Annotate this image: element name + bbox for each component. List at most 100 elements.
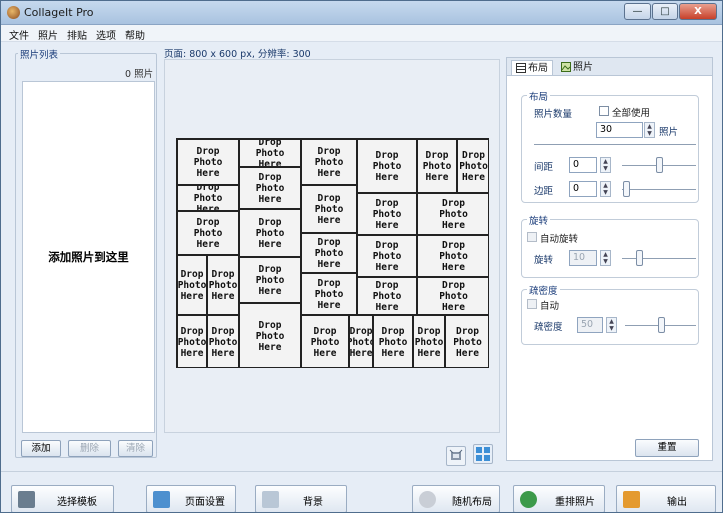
collage-cell[interactable]: Drop Photo Here: [357, 235, 417, 277]
fit-view-button[interactable]: [473, 444, 493, 464]
collage-cell-label: Drop Photo Here: [177, 325, 207, 359]
use-all-label: 全部使用: [612, 108, 651, 119]
menu-arrange[interactable]: 排贴: [67, 27, 87, 42]
collage-cell[interactable]: Drop Photo Here: [373, 315, 413, 367]
close-button[interactable]: X: [679, 3, 717, 20]
minimize-button[interactable]: —: [624, 3, 651, 20]
photo-count-input[interactable]: 30: [596, 122, 643, 138]
collage-cell[interactable]: Drop Photo Here: [239, 303, 301, 367]
random-layout-label: 随机布局: [452, 497, 492, 508]
rotation-label: 旋转: [534, 255, 554, 266]
collage-cell[interactable]: Drop Photo Here: [177, 185, 239, 211]
collage-cell-label: Drop Photo Here: [439, 279, 468, 313]
collage-cell-label: Drop Photo Here: [453, 325, 482, 359]
collage-cell[interactable]: Drop Photo Here: [207, 315, 239, 367]
page-setup-label: 页面设置: [185, 497, 225, 508]
collage-cell[interactable]: Drop Photo Here: [413, 315, 445, 367]
margin-slider[interactable]: [623, 181, 630, 197]
crop-tool-button[interactable]: [446, 446, 466, 466]
page-setup-button[interactable]: 页面设置: [146, 485, 236, 512]
density-input[interactable]: 50: [577, 317, 603, 333]
menu-file[interactable]: 文件: [9, 27, 29, 42]
tab-layout[interactable]: 布局: [511, 60, 553, 75]
collage-cell-label: Drop Photo Here: [372, 149, 402, 183]
collage-cell[interactable]: Drop Photo Here: [239, 209, 301, 257]
collage-canvas[interactable]: Drop Photo Here Drop Photo Here Drop Photo…: [176, 138, 489, 368]
menu-options[interactable]: 选项: [96, 27, 116, 42]
collage-cell[interactable]: Drop Photo Here: [301, 139, 357, 185]
clear-photos-button[interactable]: 清除: [118, 440, 153, 457]
collage-cell[interactable]: Drop Photo Here: [177, 255, 207, 315]
layout-group-label: 布局: [527, 89, 551, 103]
collage-cell[interactable]: Drop Photo Here: [349, 315, 373, 367]
rotation-slider-track: [622, 258, 696, 259]
collage-cell-label: Drop Photo Here: [255, 319, 285, 353]
shuffle-photos-button[interactable]: 重排照片: [513, 485, 605, 512]
background-button[interactable]: 背景: [255, 485, 347, 512]
collage-cell[interactable]: Drop Photo Here: [357, 277, 417, 315]
collage-cell[interactable]: Drop Photo Here: [445, 315, 488, 367]
collage-cell[interactable]: Drop Photo Here: [357, 193, 417, 235]
settings-tabs: 布局 照片: [507, 58, 712, 76]
collage-cell[interactable]: Drop Photo Here: [301, 315, 349, 367]
window-title: CollageIt Pro: [24, 6, 94, 19]
collage-cell[interactable]: Drop Photo Here: [417, 193, 488, 235]
add-photo-button[interactable]: 添加: [21, 440, 61, 457]
margin-spinner[interactable]: ▲ ▼: [600, 181, 611, 197]
collage-cell-label: Drop Photo Here: [255, 263, 285, 297]
delete-photo-button[interactable]: 删除: [68, 440, 111, 457]
collage-cell[interactable]: Drop Photo Here: [177, 139, 239, 185]
export-label: 输出: [667, 497, 687, 508]
app-logo-icon: [7, 6, 20, 19]
reset-button[interactable]: 重置: [635, 439, 699, 457]
page-setup-icon: [153, 491, 170, 508]
photo-drop-zone[interactable]: 添加照片到这里: [22, 81, 155, 433]
collage-cell[interactable]: Drop Photo Here: [301, 185, 357, 233]
spacing-spinner[interactable]: ▲ ▼: [600, 157, 611, 173]
margin-slider-track: [622, 189, 696, 190]
collage-cell-label: Drop Photo Here: [314, 192, 344, 226]
collage-cell[interactable]: Drop Photo Here: [301, 273, 357, 315]
export-button[interactable]: 输出: [616, 485, 716, 512]
density-spinner[interactable]: ▲ ▼: [606, 317, 617, 333]
collage-cell-label: Drop Photo Here: [255, 216, 285, 250]
menu-help[interactable]: 帮助: [125, 27, 145, 42]
collage-cell[interactable]: Drop Photo Here: [207, 255, 239, 315]
collage-cell[interactable]: Drop Photo Here: [177, 211, 239, 255]
collage-cell[interactable]: Drop Photo Here: [417, 235, 488, 277]
maximize-button[interactable]: □: [652, 3, 678, 20]
app-window: CollageIt Pro — □ X 文件 照片 排贴 选项 帮助 照片列表 …: [0, 0, 723, 513]
photo-count-spinner[interactable]: ▲ ▼: [644, 122, 655, 138]
tab-photo[interactable]: 照片: [557, 60, 597, 75]
rotation-input[interactable]: 10: [569, 250, 597, 266]
auto-rotate-checkbox[interactable]: [527, 232, 537, 242]
photo-count-label: 照片数量: [534, 109, 573, 120]
collage-cell[interactable]: Drop Photo Here: [301, 233, 357, 273]
collage-cell[interactable]: Drop Photo Here: [239, 139, 301, 167]
collage-cell[interactable]: Drop Photo Here: [457, 139, 488, 193]
auto-density-checkbox[interactable]: [527, 299, 537, 309]
select-template-button[interactable]: 选择模板: [11, 485, 114, 512]
title-bar[interactable]: CollageIt Pro — □ X: [1, 1, 722, 25]
collage-cell-label: Drop Photo Here: [422, 149, 452, 183]
collage-cell[interactable]: Drop Photo Here: [177, 315, 207, 367]
spacing-slider[interactable]: [656, 157, 663, 173]
collage-cell-label: Drop Photo Here: [414, 325, 444, 359]
collage-cell[interactable]: Drop Photo Here: [417, 139, 457, 193]
rotation-spinner[interactable]: ▲ ▼: [600, 250, 611, 266]
rotation-slider[interactable]: [636, 250, 643, 266]
density-slider[interactable]: [658, 317, 665, 333]
random-layout-button[interactable]: 随机布局: [412, 485, 500, 512]
collage-cell[interactable]: Drop Photo Here: [417, 277, 488, 315]
collage-cell[interactable]: Drop Photo Here: [239, 167, 301, 209]
photo-count: 0 照片: [125, 69, 154, 80]
menu-photo[interactable]: 照片: [38, 27, 58, 42]
use-all-checkbox[interactable]: [599, 106, 609, 116]
collage-cell-label: Drop Photo Here: [310, 325, 340, 359]
collage-cell[interactable]: Drop Photo Here: [357, 139, 417, 193]
spacing-input[interactable]: 0: [569, 157, 597, 173]
margin-input[interactable]: 0: [569, 181, 597, 197]
drop-zone-label: 添加照片到这里: [48, 250, 129, 264]
collage-cell[interactable]: Drop Photo Here: [239, 257, 301, 303]
rotation-group: [521, 219, 699, 278]
